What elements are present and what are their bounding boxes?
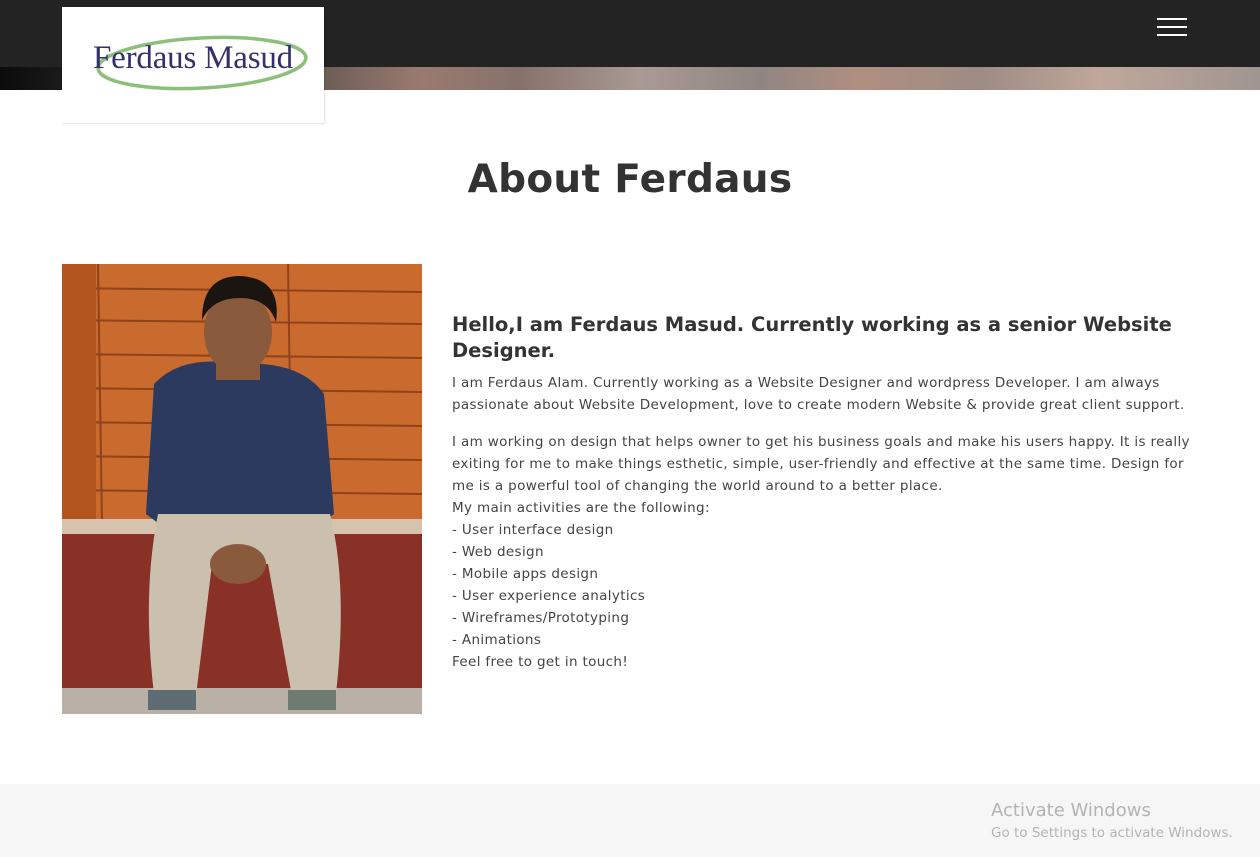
about-description-block: I am working on design that helps owner … xyxy=(452,431,1202,673)
windows-activation-watermark: Activate Windows Go to Settings to activ… xyxy=(991,800,1233,844)
hamburger-menu-button[interactable] xyxy=(1152,12,1192,44)
menu-bar-top xyxy=(1157,18,1187,20)
about-content: Hello,I am Ferdaus Masud. Currently work… xyxy=(452,312,1202,673)
closing-text: Feel free to get in touch! xyxy=(452,654,629,670)
activity-item: - User interface design xyxy=(452,522,614,538)
activity-item: - Wireframes/Prototyping xyxy=(452,610,630,626)
menu-bar-middle xyxy=(1157,26,1187,28)
menu-bar-bottom xyxy=(1157,34,1187,36)
activity-item: - Animations xyxy=(452,632,542,648)
site-logo[interactable]: Ferdaus Masud xyxy=(62,7,324,123)
watermark-subtitle: Go to Settings to activate Windows. xyxy=(991,825,1233,841)
about-description: I am working on design that helps owner … xyxy=(452,434,1190,494)
profile-photo xyxy=(62,264,422,714)
activity-item: - Web design xyxy=(452,544,544,560)
about-headline: Hello,I am Ferdaus Masud. Currently work… xyxy=(452,313,1172,362)
page-title: About Ferdaus xyxy=(467,157,793,202)
activity-item: - Mobile apps design xyxy=(452,566,599,582)
about-intro: I am Ferdaus Alam. Currently working as … xyxy=(452,375,1185,413)
activity-item: - User experience analytics xyxy=(452,588,646,604)
logo-text: Ferdaus Masud xyxy=(93,40,293,76)
activities-intro: My main activities are the following: xyxy=(452,500,710,516)
watermark-title: Activate Windows xyxy=(991,800,1151,821)
